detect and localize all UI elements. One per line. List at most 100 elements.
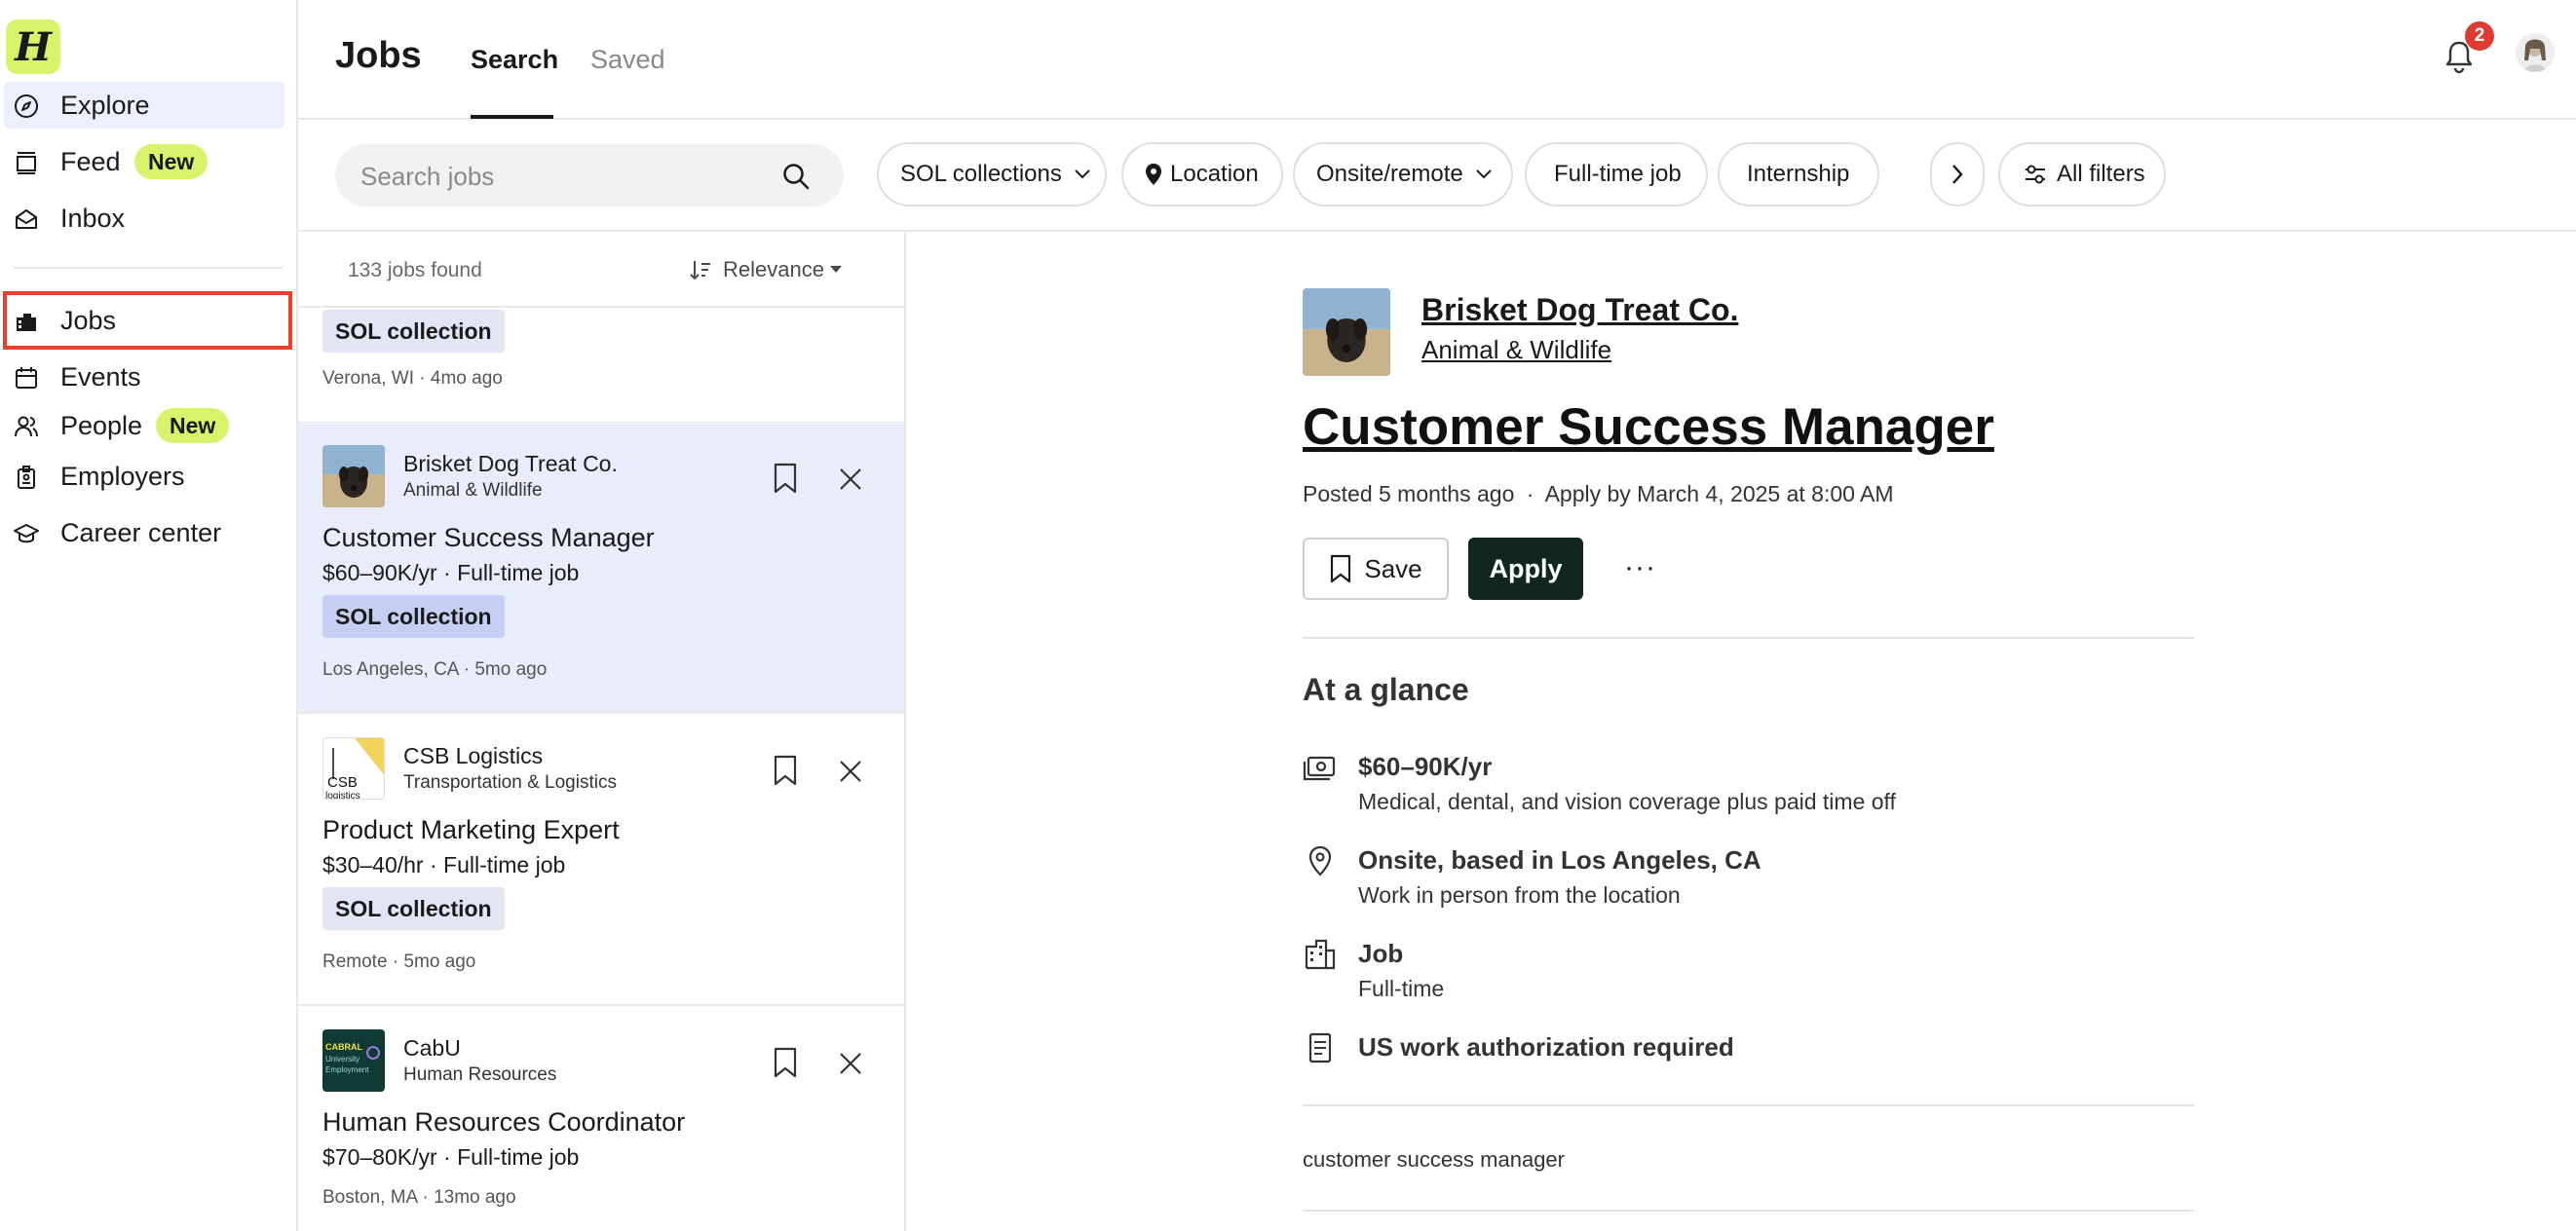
job-title: Human Resources Coordinator <box>322 1107 686 1137</box>
dismiss-icon[interactable] <box>838 1051 863 1076</box>
apply-button[interactable]: Apply <box>1468 538 1583 600</box>
sidebar-item-employers[interactable]: Employers <box>4 453 284 500</box>
at-a-glance-heading: At a glance <box>1303 672 1469 707</box>
filter-chip-full-time[interactable]: Full-time job <box>1525 142 1708 206</box>
job-pay-line: $60–90K/yr · Full-time job <box>322 560 580 585</box>
filter-chip-internship[interactable]: Internship <box>1718 142 1879 206</box>
sidebar-item-label: Explore <box>60 90 150 120</box>
sidebar-item-jobs[interactable]: Jobs <box>4 297 284 344</box>
tab-underline <box>471 115 553 119</box>
sidebar-item-label: Career center <box>60 517 222 547</box>
sort-dropdown[interactable]: Relevance <box>690 257 842 282</box>
new-badge: New <box>156 408 230 443</box>
sidebar-item-career-center[interactable]: Career center <box>4 509 284 556</box>
feed-icon <box>17 152 36 174</box>
sidebar-item-label: Employers <box>60 461 185 491</box>
job-count: 133 jobs found <box>348 259 482 281</box>
dismiss-icon[interactable] <box>838 466 863 492</box>
divider <box>1303 637 2194 639</box>
people-icon <box>15 416 38 437</box>
job-list: 133 jobs found Relevance SOL collection … <box>298 232 906 1231</box>
company-industry-link[interactable]: Animal & Wildlife <box>1421 335 1611 365</box>
bookmark-icon[interactable] <box>772 1047 799 1078</box>
divider <box>1303 1210 2194 1212</box>
job-pay: $70–80K/yr <box>322 1144 437 1170</box>
sol-collection-tag: SOL collection <box>322 887 505 930</box>
compass-icon <box>15 94 38 118</box>
save-button[interactable]: Save <box>1303 538 1449 600</box>
filter-bar: Search jobs SOL collections Location Ons… <box>298 120 2576 232</box>
job-type: Full-time job <box>457 1144 580 1170</box>
filter-scroll-right-button[interactable] <box>1930 142 1985 206</box>
job-pay-line: $70–80K/yr · Full-time job <box>322 1144 580 1170</box>
apply-label: Apply <box>1489 553 1563 583</box>
svg-text:CABRAL: CABRAL <box>325 1042 362 1052</box>
briefcase-icon <box>17 314 36 331</box>
chip-label: Onsite/remote <box>1316 161 1463 187</box>
notification-count-badge: 2 <box>2465 21 2494 51</box>
sidebar-item-label: Jobs <box>60 305 117 335</box>
tab-search[interactable]: Search <box>471 45 558 75</box>
svg-text:Employment: Employment <box>325 1065 369 1074</box>
filter-chip-sol-collections[interactable]: SOL collections <box>877 142 1107 206</box>
svg-text:CSB: CSB <box>327 774 358 791</box>
chevron-right-icon <box>1952 165 1963 184</box>
sidebar-item-people[interactable]: People New <box>4 402 284 449</box>
job-type: Full-time job <box>457 560 580 585</box>
company-name-link[interactable]: Brisket Dog Treat Co. <box>1421 292 1738 328</box>
new-badge: New <box>134 144 208 179</box>
avatar[interactable] <box>2516 33 2555 72</box>
filter-chip-location[interactable]: Location <box>1121 142 1283 206</box>
job-location: Boston, MA <box>322 1187 418 1208</box>
sidebar-item-label: People <box>60 410 143 440</box>
chip-label: Internship <box>1747 161 1850 187</box>
all-filters-button[interactable]: All filters <box>1998 142 2166 206</box>
job-title-heading[interactable]: Customer Success Manager <box>1303 397 1994 457</box>
building-icon <box>1305 939 1336 970</box>
dismiss-icon[interactable] <box>838 759 863 784</box>
job-card[interactable]: CSB logistics CSB Logistics Transportatio… <box>298 714 904 1006</box>
job-detail: Brisket Dog Treat Co. Animal & Wildlife … <box>1303 232 2199 1231</box>
graduation-cap-icon <box>14 524 39 543</box>
company-industry: Human Resources <box>403 1064 557 1085</box>
company-logo: CSB logistics <box>322 737 385 800</box>
job-title: Product Marketing Expert <box>322 815 620 844</box>
job-type: Full-time job <box>443 852 566 877</box>
sidebar-item-feed[interactable]: Feed New <box>4 138 284 185</box>
job-title: Customer Success Manager <box>322 523 655 552</box>
location-pin-icon <box>1146 164 1161 185</box>
bookmark-icon[interactable] <box>772 463 799 494</box>
document-icon <box>1308 1032 1332 1063</box>
company-industry: Transportation & Logistics <box>403 772 617 793</box>
job-pay: $60–90K/yr <box>322 560 437 585</box>
glance-location-detail: Work in person from the location <box>1358 882 1681 908</box>
glance-job-kind: Job <box>1358 939 1404 968</box>
glance-work-authorization: US work authorization required <box>1358 1032 1734 1062</box>
money-icon <box>1303 756 1336 781</box>
job-card-selected[interactable]: Brisket Dog Treat Co. Animal & Wildlife … <box>298 422 904 714</box>
tab-saved[interactable]: Saved <box>590 45 665 75</box>
sidebar-item-inbox[interactable]: Inbox <box>4 195 284 242</box>
posted-date: Posted 5 months ago <box>1303 481 1515 506</box>
job-card-meta: Boston, MA · 13mo ago <box>322 1187 516 1208</box>
sidebar-item-label: Inbox <box>60 203 126 233</box>
sidebar-item-label: Events <box>60 361 141 392</box>
search-icon[interactable] <box>781 162 811 191</box>
search-input[interactable]: Search jobs <box>335 144 844 206</box>
sidebar-item-explore[interactable]: Explore <box>4 82 284 129</box>
filter-chip-onsite-remote[interactable]: Onsite/remote <box>1293 142 1513 206</box>
job-card[interactable]: CABRAL University Employment CabU Human Re… <box>298 1006 904 1231</box>
job-location: Verona, WI <box>322 368 414 389</box>
more-options-button[interactable]: ··· <box>1624 551 1656 584</box>
sidebar-item-events[interactable]: Events <box>4 354 284 400</box>
app-logo[interactable]: H <box>6 19 60 74</box>
bookmark-icon <box>1331 554 1351 583</box>
job-location: Remote <box>322 951 388 972</box>
sliders-icon <box>2026 165 2045 184</box>
sidebar-divider <box>14 267 283 269</box>
inbox-icon <box>16 209 37 229</box>
sort-label: Relevance <box>723 257 824 281</box>
bookmark-icon[interactable] <box>772 755 799 786</box>
job-pay: $30–40/hr <box>322 852 424 877</box>
svg-text:logistics: logistics <box>325 791 360 800</box>
